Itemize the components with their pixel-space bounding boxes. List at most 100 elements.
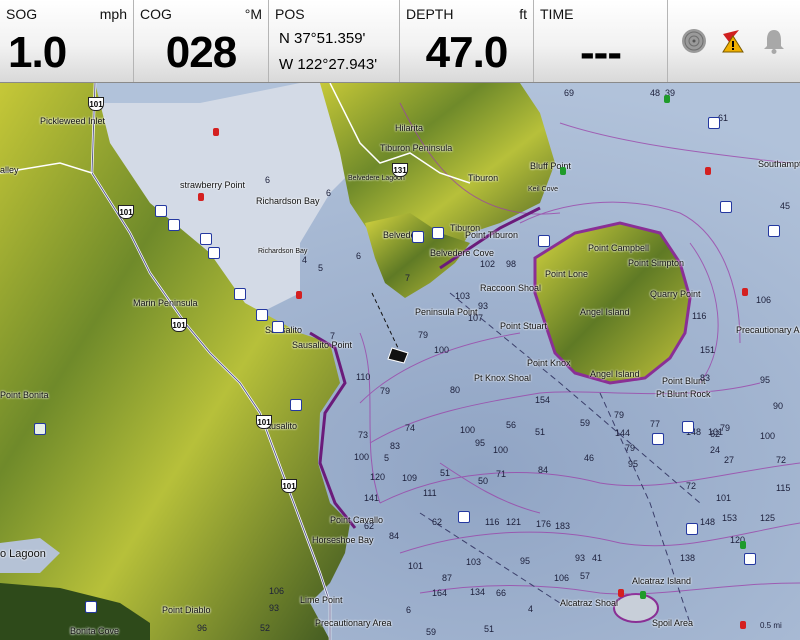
map-scale: 0.5 mi <box>760 621 782 630</box>
label-belvedere-cove: Belvedere Cove <box>430 248 495 258</box>
marina-icon[interactable] <box>256 309 268 321</box>
marina-icon[interactable] <box>682 421 694 433</box>
depth-sounding: 69 <box>564 88 575 98</box>
depth-sounding: 141 <box>364 493 380 503</box>
sog-panel[interactable]: SOG mph 1.0 <box>0 0 134 82</box>
red-buoy-icon[interactable] <box>296 291 302 299</box>
depth-sounding: 52 <box>260 623 271 633</box>
label-precautionary-area-2: Precautionary Area <box>315 618 392 628</box>
marina-icon[interactable] <box>234 288 246 300</box>
green-buoy-icon[interactable] <box>664 95 670 103</box>
depth-sounding: 111 <box>423 488 437 498</box>
depth-sounding: 106 <box>554 573 570 583</box>
marina-icon[interactable] <box>538 235 550 247</box>
marina-icon[interactable] <box>744 553 756 565</box>
bell-icon[interactable] <box>759 26 789 56</box>
red-buoy-icon[interactable] <box>198 193 204 201</box>
depth-sounding: 164 <box>432 588 448 598</box>
depth-unit: ft <box>519 6 527 22</box>
label-marin-peninsula: Marin Peninsula <box>133 298 198 308</box>
depth-sounding: 73 <box>358 430 369 440</box>
depth-sounding: 7 <box>330 331 336 341</box>
depth-sounding: 101 <box>408 561 424 571</box>
marina-icon[interactable] <box>155 205 167 217</box>
marina-icon[interactable] <box>272 321 284 333</box>
depth-sounding: 95 <box>760 375 771 385</box>
marina-icon[interactable] <box>412 231 424 243</box>
highway-101-shield[interactable]: 101 <box>171 318 187 332</box>
depth-sounding: 79 <box>418 330 429 340</box>
depth-sounding: 56 <box>506 420 517 430</box>
green-buoy-icon[interactable] <box>560 167 566 175</box>
label-point-knox: Point Knox <box>527 358 571 368</box>
marina-icon[interactable] <box>458 511 470 523</box>
marina-icon[interactable] <box>708 117 720 129</box>
depth-sounding: 51 <box>484 624 495 634</box>
pos-panel[interactable]: POS N 37°51.359' W 122°27.943' <box>269 0 400 82</box>
marina-icon[interactable] <box>652 433 664 445</box>
label-horseshoe-bay: Horseshoe Bay <box>312 535 374 545</box>
cog-label: COG <box>140 6 172 22</box>
depth-sounding: 90 <box>773 401 784 411</box>
depth-sounding: 148 <box>700 517 716 527</box>
marina-icon[interactable] <box>200 233 212 245</box>
label-alcatraz-shoal: Alcatraz Shoal <box>560 598 619 608</box>
marina-icon[interactable] <box>768 225 780 237</box>
depth-sounding: 102 <box>480 259 496 269</box>
red-buoy-icon[interactable] <box>740 621 746 629</box>
depth-sounding: 101 <box>708 427 724 437</box>
status-icons <box>668 0 800 82</box>
pos-label: POS <box>275 6 305 22</box>
label-pt-blunt-rock: Pt Blunt Rock <box>656 389 711 399</box>
highway-131-shield[interactable]: 131 <box>392 163 408 177</box>
label-spoil-area: Spoil Area <box>652 618 694 628</box>
highway-101-shield[interactable]: 101 <box>281 479 297 493</box>
red-buoy-icon[interactable] <box>618 589 624 597</box>
red-buoy-icon[interactable] <box>213 128 219 136</box>
marina-icon[interactable] <box>290 399 302 411</box>
alarm-warning-icon[interactable] <box>719 26 749 56</box>
label-point-diablo: Point Diablo <box>162 605 211 615</box>
depth-sounding: 176 <box>536 519 552 529</box>
depth-sounding: 110 <box>356 372 371 382</box>
cog-panel[interactable]: COG °M 028 <box>134 0 269 82</box>
radar-icon[interactable] <box>679 26 709 56</box>
marina-icon[interactable] <box>432 227 444 239</box>
green-buoy-icon[interactable] <box>740 541 746 549</box>
label-lagoon: o Lagoon <box>0 548 46 560</box>
green-buoy-icon[interactable] <box>640 591 646 599</box>
depth-sounding: 96 <box>197 623 208 633</box>
marina-icon[interactable] <box>85 601 97 613</box>
cog-unit: °M <box>244 6 262 22</box>
pos-latitude: N 37°51.359' <box>279 30 366 47</box>
depth-sounding: 4 <box>528 604 534 614</box>
depth-sounding: 41 <box>592 553 603 563</box>
chart-map-view[interactable]: Pickleweed Inlet alley strawberry Point … <box>0 83 800 640</box>
red-buoy-icon[interactable] <box>742 288 748 296</box>
sog-value: 1.0 <box>8 28 67 77</box>
depth-sounding: 83 <box>700 373 711 383</box>
time-panel[interactable]: TIME --- <box>534 0 668 82</box>
depth-sounding: 51 <box>535 427 546 437</box>
highway-101-shield[interactable]: 101 <box>256 415 272 429</box>
depth-sounding: 134 <box>470 587 486 597</box>
depth-sounding: 138 <box>680 553 696 563</box>
depth-sounding: 7 <box>405 273 411 283</box>
depth-sounding: 5 <box>318 263 324 273</box>
label-sausalito-point: Sausalito Point <box>292 340 353 350</box>
highway-101-shield[interactable]: 101 <box>88 97 104 111</box>
depth-sounding: 48 <box>650 88 661 98</box>
highway-101-shield[interactable]: 101 <box>118 205 134 219</box>
depth-sounding: 106 <box>269 586 285 596</box>
depth-sounding: 144 <box>615 428 631 438</box>
marina-icon[interactable] <box>720 201 732 213</box>
red-buoy-icon[interactable] <box>705 167 711 175</box>
marina-icon[interactable] <box>686 523 698 535</box>
marina-icon[interactable] <box>208 247 220 259</box>
depth-sounding: 109 <box>402 473 418 483</box>
depth-panel[interactable]: DEPTH ft 47.0 <box>400 0 534 82</box>
depth-sounding: 95 <box>520 556 531 566</box>
label-tiburon: Tiburon <box>468 173 499 183</box>
marina-icon[interactable] <box>168 219 180 231</box>
park-icon[interactable] <box>34 423 46 435</box>
